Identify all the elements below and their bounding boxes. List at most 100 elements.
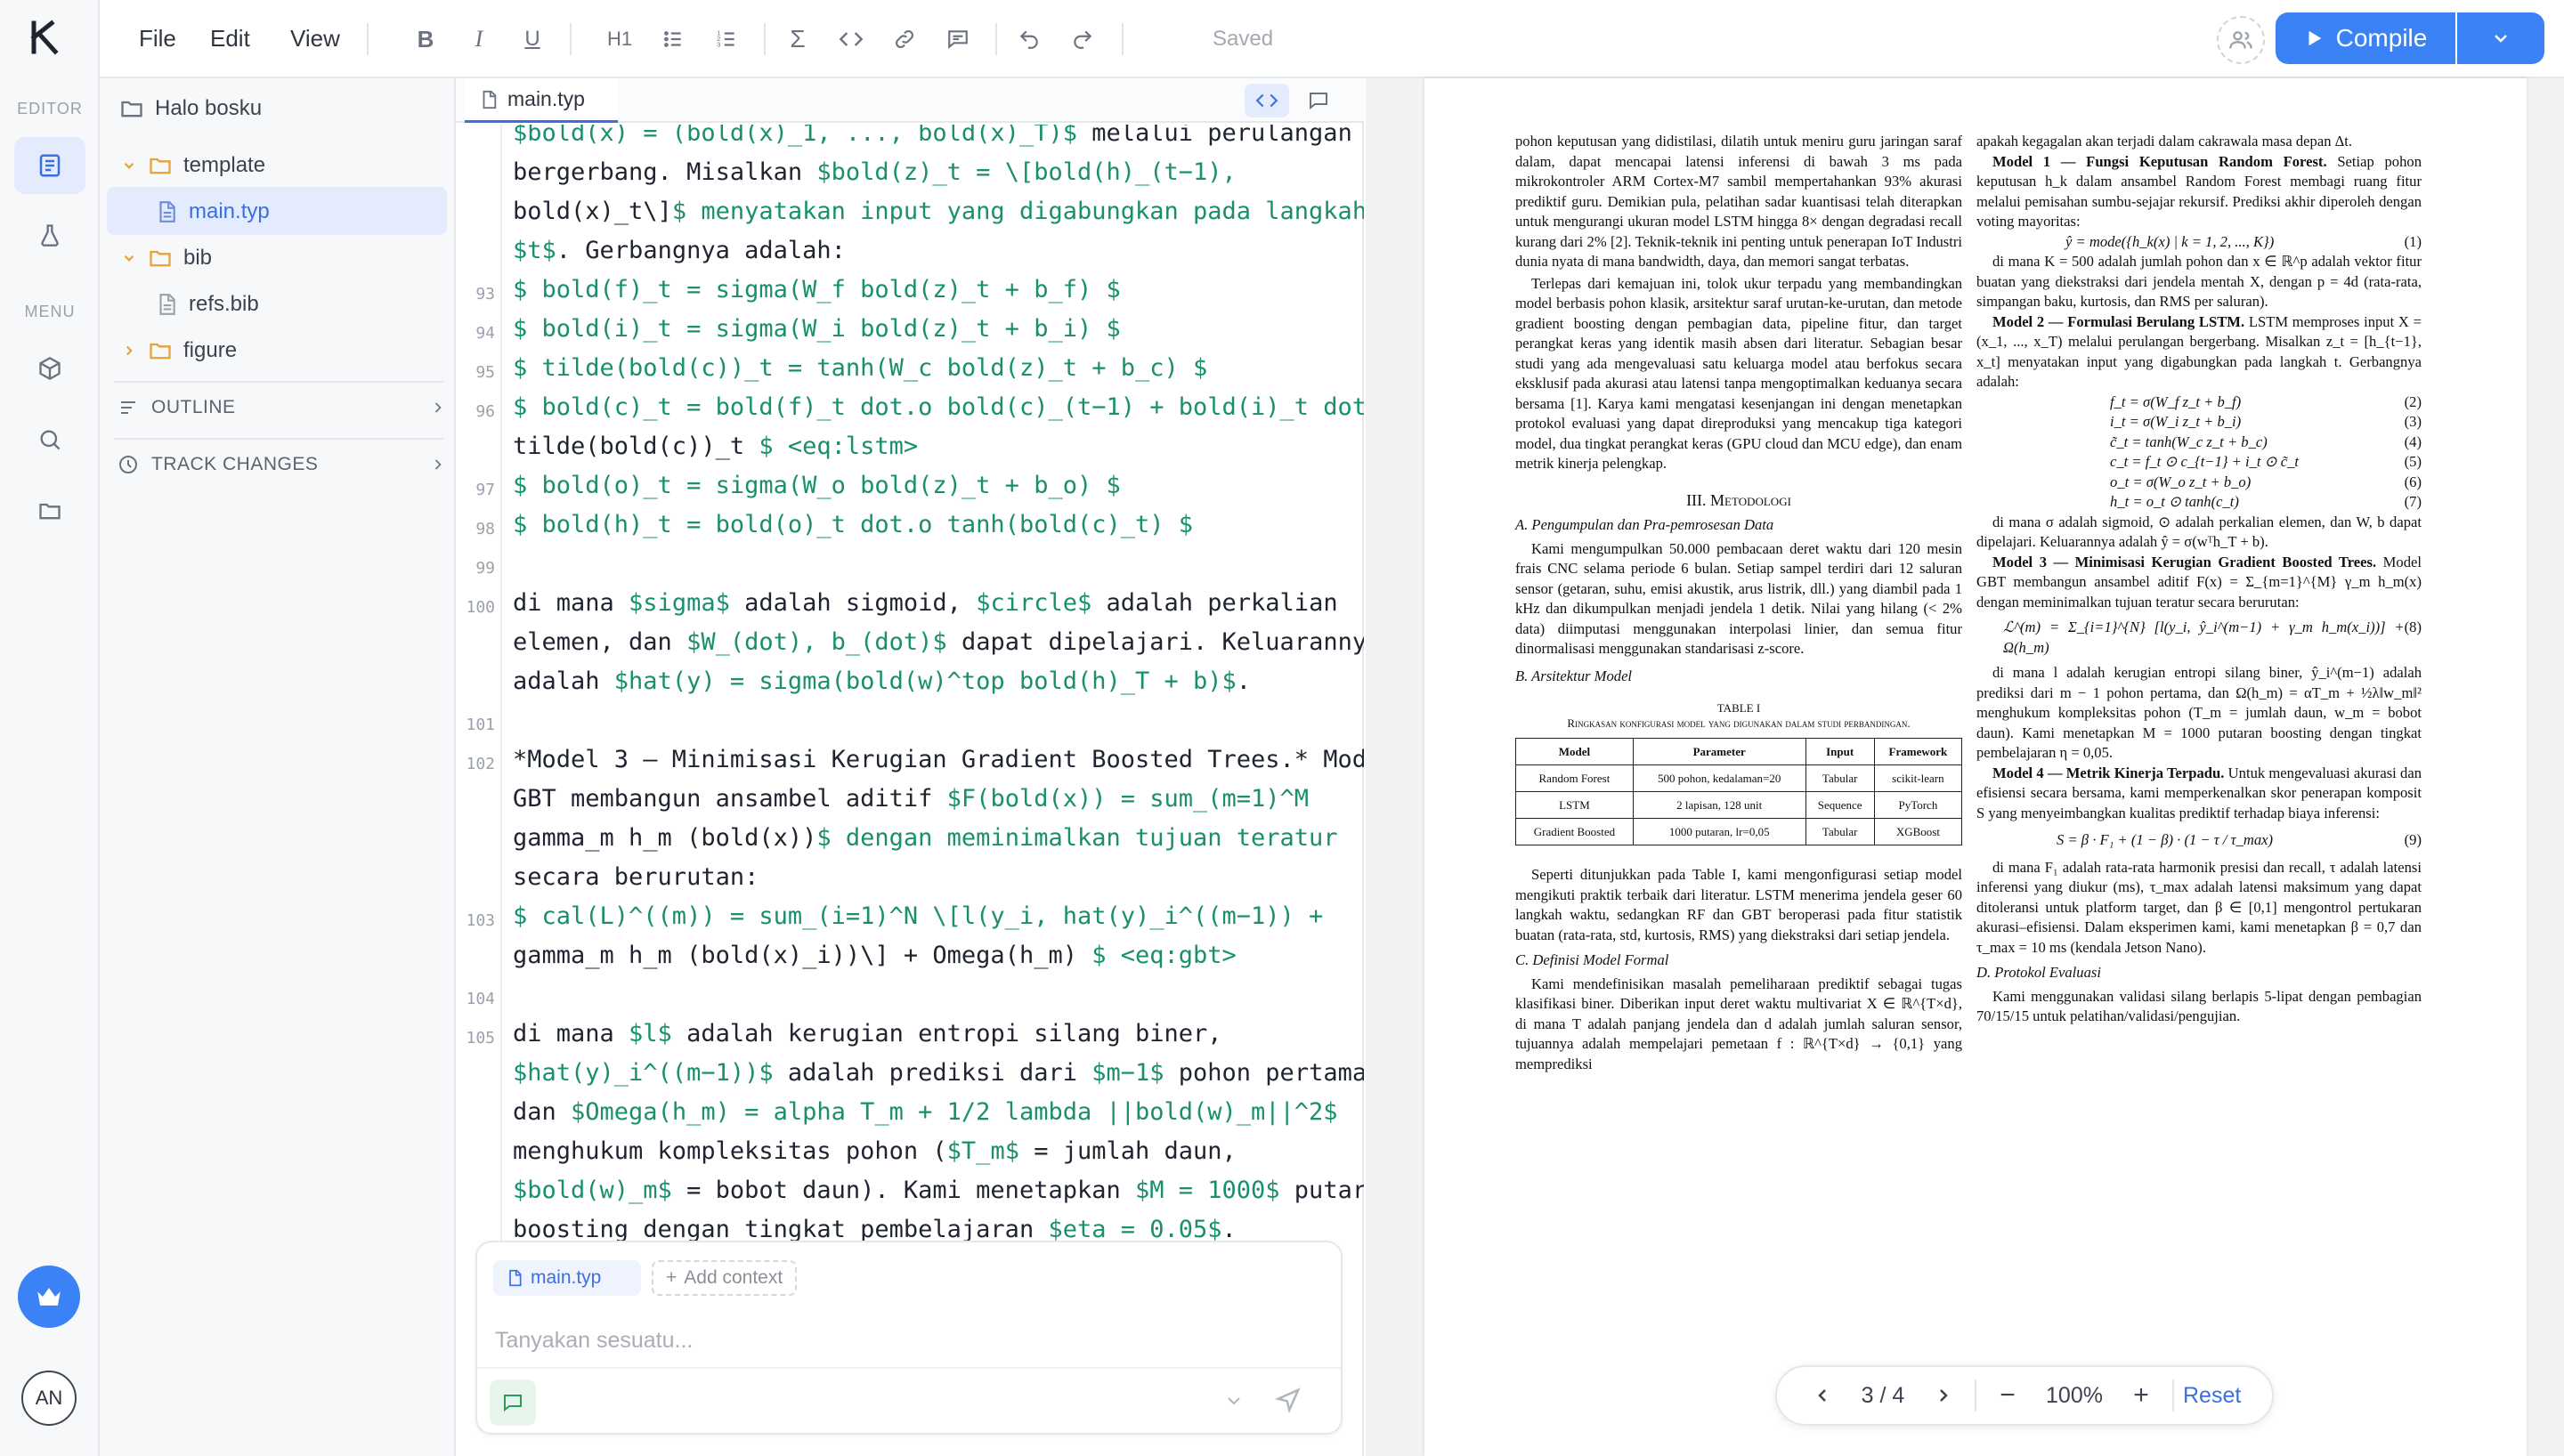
table-cell: Gradient Boosted: [1515, 818, 1634, 845]
code-line[interactable]: di mana $sigma$ adalah sigmoid, $circle$…: [513, 589, 1338, 617]
code-line[interactable]: $ cal(L)^((m)) = sum_(i=1)^N \[l(y_i, ha…: [513, 902, 1323, 930]
redo-icon[interactable]: [1065, 21, 1100, 57]
code-line[interactable]: $ bold(c)_t = bold(f)_t dot.o bold(c)_(t…: [513, 393, 1364, 421]
tree-folder-figure[interactable]: figure: [121, 333, 237, 368]
preview-page[interactable]: pohon keputusan yang didistilasi, dilati…: [1424, 78, 2527, 1456]
chevron-right-icon: [434, 459, 442, 470]
code-line[interactable]: $ bold(h)_t = bold(o)_t dot.o tanh(bold(…: [513, 511, 1193, 538]
folder-icon[interactable]: [14, 482, 85, 539]
code-line[interactable]: $hat(y)_i^((m−1))$ adalah prediksi dari …: [513, 1059, 1364, 1087]
bold-icon[interactable]: B: [408, 21, 443, 57]
line-number: 99: [475, 559, 495, 578]
table-cell: scikit-learn: [1873, 764, 1963, 792]
reset-zoom-button[interactable]: Reset: [2183, 1383, 2241, 1409]
line-number: 101: [466, 716, 495, 734]
tree-folder-bib[interactable]: bib: [121, 240, 212, 276]
project-root[interactable]: Halo bosku: [119, 91, 262, 126]
code-line[interactable]: $bold(x) = (bold(x)_1, ..., bold(x)_T)$ …: [513, 125, 1352, 147]
code-line[interactable]: gamma_m h_m (bold(x))$ dengan meminimalk…: [513, 824, 1338, 852]
bullet-list-icon[interactable]: [655, 21, 691, 57]
folder-icon: [150, 343, 171, 360]
equation-number: (6): [2404, 473, 2422, 490]
chevron-down-icon[interactable]: [1223, 1390, 1245, 1412]
code-line[interactable]: $bold(w)_m$ = bobot daun). Kami menetapk…: [513, 1177, 1364, 1204]
flask-icon[interactable]: [14, 206, 85, 263]
code-line[interactable]: boosting dengan tingkat pembelajaran $et…: [513, 1216, 1237, 1243]
code-line[interactable]: $t$. Gerbangnya adalah:: [513, 237, 846, 264]
code-line[interactable]: $ bold(o)_t = sigma(W_o bold(z)_t + b_o)…: [513, 472, 1121, 499]
code-line[interactable]: elemen, dan $W_(dot), b_(dot)$ dapat dip…: [513, 628, 1364, 656]
code-line[interactable]: dan $Omega(h_m) = alpha T_m + 1/2 lambda…: [513, 1098, 1338, 1126]
code-line[interactable]: adalah $hat(y) = sigma(bold(w)^top bold(…: [513, 667, 1251, 695]
paper-paragraph: di mana K = 500 adalah jumlah pohon dan …: [1976, 253, 2422, 310]
code-line[interactable]: bold(x)_t\]$ menyatakan input yang digab…: [513, 198, 1364, 225]
file-icon: [509, 1269, 522, 1287]
context-file-chip[interactable]: main.typ: [493, 1260, 641, 1296]
numbered-list-icon[interactable]: 123: [709, 21, 744, 57]
menu-view[interactable]: View: [290, 25, 340, 53]
code-line[interactable]: secara berurutan:: [513, 863, 759, 891]
undo-icon[interactable]: [1011, 21, 1047, 57]
zoom-in-icon[interactable]: +: [2119, 1380, 2163, 1411]
package-icon[interactable]: [14, 340, 85, 397]
code-line[interactable]: tilde(bold(c))_t $ <eq:lstm>: [513, 433, 918, 460]
table-title: TABLE I: [1716, 701, 1761, 715]
collaborators-icon[interactable]: [2217, 16, 2265, 64]
tree-item-label: template: [183, 153, 266, 177]
tree-folder-template[interactable]: template: [121, 148, 265, 183]
code-line[interactable]: $ tilde(bold(c))_t = tanh(W_c bold(z)_t …: [513, 354, 1207, 382]
search-icon[interactable]: [14, 411, 85, 468]
code-line[interactable]: menghukum kompleksitas pohon ($T_m$ = ju…: [513, 1137, 1237, 1165]
menu-file[interactable]: File: [139, 25, 176, 53]
table-cell: 500 pohon, kedalaman=20: [1632, 764, 1806, 792]
code-line[interactable]: bergerbang. Misalkan $bold(z)_t = \[bold…: [513, 158, 1237, 186]
track-changes-section[interactable]: TRACK CHANGES: [118, 454, 447, 475]
outline-section[interactable]: OUTLINE: [118, 397, 447, 418]
code-line[interactable]: $ bold(f)_t = sigma(W_f bold(z)_t + b_f)…: [513, 276, 1121, 303]
link-icon[interactable]: [887, 21, 922, 57]
source-view-icon[interactable]: [1245, 84, 1289, 117]
compile-button[interactable]: Compile: [2276, 12, 2455, 64]
code-icon[interactable]: [833, 21, 869, 57]
tree-file-main[interactable]: main.typ: [155, 194, 270, 230]
line-number: 102: [466, 755, 495, 773]
chevron-left-icon[interactable]: [1800, 1385, 1845, 1406]
code-content[interactable]: 93 94 95 96 97 98 99 100 101 102 103 104 105 $bold(x…: [456, 125, 1364, 1299]
chat-mode-icon[interactable]: [490, 1379, 536, 1426]
equation-number: (1): [2404, 232, 2422, 250]
tab-main-typ[interactable]: main.typ: [465, 78, 618, 123]
table-cell: LSTM: [1515, 791, 1634, 819]
tree-file-refs[interactable]: refs.bib: [155, 287, 259, 322]
crown-icon[interactable]: [18, 1266, 80, 1328]
editor-files-icon[interactable]: [14, 137, 85, 194]
pdf-preview-pane: pohon keputusan yang didistilasi, dilati…: [1366, 78, 2564, 1456]
math-sigma-icon[interactable]: Σ: [780, 21, 815, 57]
code-line[interactable]: *Model 3 — Minimisasi Kerugian Gradient …: [513, 746, 1364, 773]
add-context-button[interactable]: + Add context: [652, 1260, 798, 1296]
code-line[interactable]: $ bold(i)_t = sigma(W_i bold(z)_t + b_i)…: [513, 315, 1121, 343]
equation-number: (7): [2404, 493, 2422, 510]
underline-icon[interactable]: U: [515, 21, 550, 57]
lstm-equation: f_t = σ(W_f z_t + b_f) (2): [1976, 392, 2422, 413]
code-line[interactable]: di mana $l$ adalah kerugian entropi sila…: [513, 1020, 1222, 1048]
italic-icon[interactable]: I: [461, 21, 497, 57]
model-title: Model 2 — Formulasi Berulang LSTM.: [1992, 312, 2245, 330]
menu-edit[interactable]: Edit: [210, 25, 250, 53]
avatar[interactable]: AN: [21, 1371, 77, 1426]
zoom-level: 100%: [2046, 1382, 2103, 1408]
comment-icon[interactable]: [940, 21, 976, 57]
chevron-right-icon[interactable]: [1921, 1385, 1966, 1406]
compile-options-button[interactable]: [2457, 12, 2544, 64]
zoom-out-icon[interactable]: −: [1985, 1380, 2030, 1411]
code-line[interactable]: GBT membangun ansambel aditif $F(bold(x)…: [513, 785, 1309, 813]
chevron-right-icon: [126, 345, 133, 356]
tree-item-label: refs.bib: [189, 292, 259, 316]
send-icon[interactable]: [1275, 1387, 1302, 1413]
page-zoom-controls: 3 / 4 − 100% + Reset: [1775, 1365, 2274, 1426]
heading-button[interactable]: H1: [602, 21, 637, 57]
app-logo-icon: [28, 20, 73, 57]
equation-number: (8): [2404, 619, 2422, 635]
code-line[interactable]: gamma_m h_m (bold(x)_i))\] + Omega(h_m) …: [513, 942, 1237, 969]
chat-input[interactable]: Tanyakan sesuatu...: [495, 1328, 693, 1354]
chat-panel-icon[interactable]: [1296, 84, 1341, 117]
